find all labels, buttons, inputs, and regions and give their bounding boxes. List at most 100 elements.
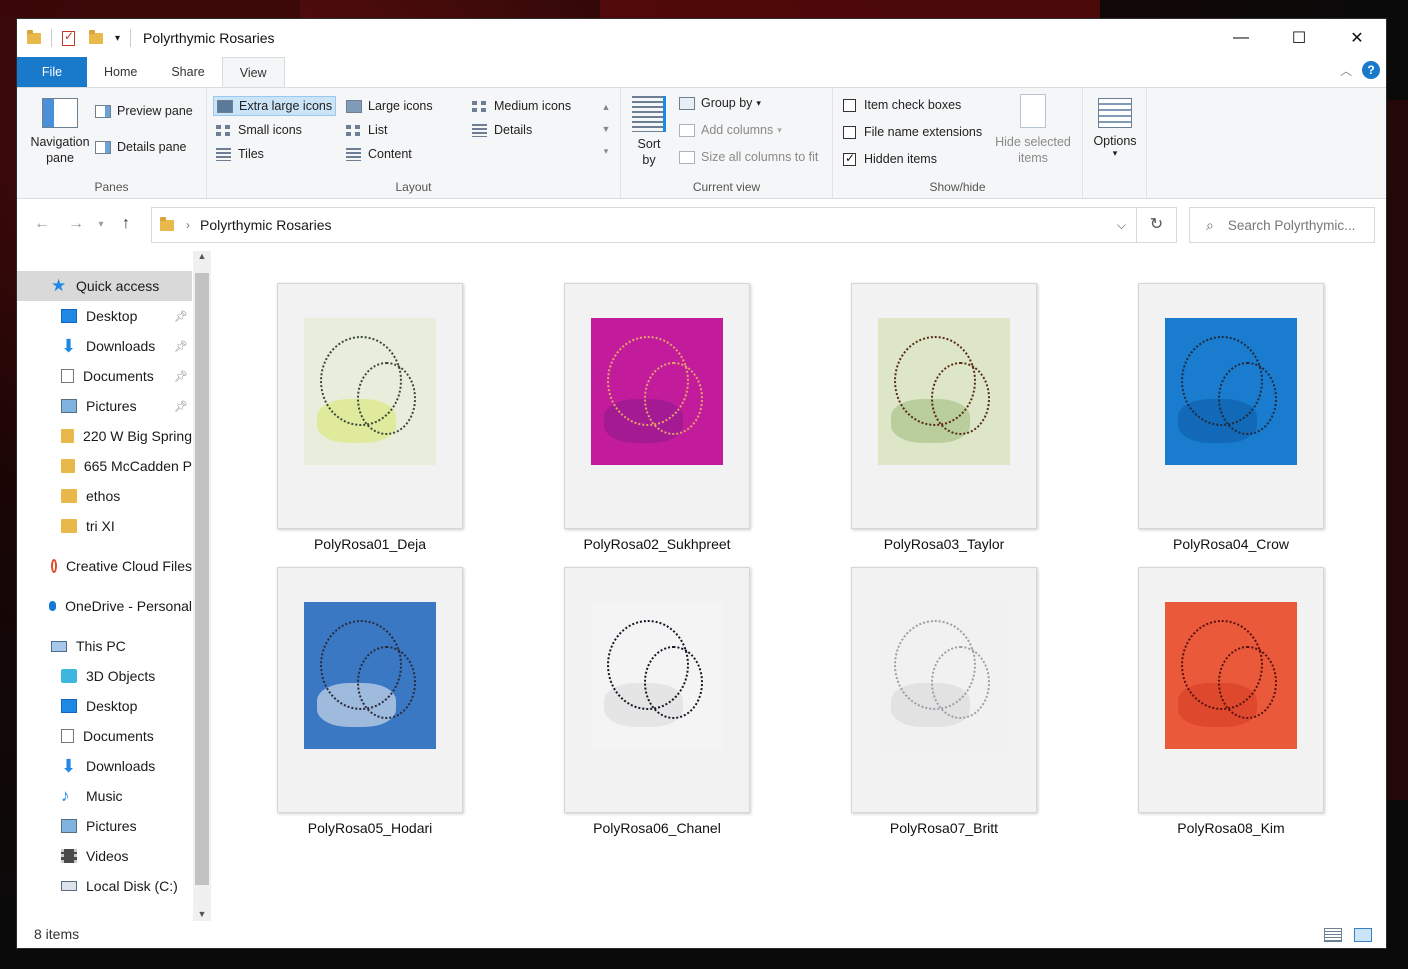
medium-icons-icon <box>472 99 487 113</box>
nav-quick-item[interactable]: Desktop 📌︎ <box>17 301 192 331</box>
hidden-items-checkbox[interactable]: Hidden items <box>843 151 937 166</box>
navigation-pane-button[interactable]: Navigation pane <box>25 98 95 166</box>
address-dropdown-chevron-icon[interactable]: ⌵ <box>1117 218 1126 233</box>
options-icon <box>1098 98 1132 128</box>
current-view-group-label: Current view <box>692 180 761 194</box>
pin-icon[interactable]: 📌︎ <box>174 310 188 323</box>
maximize-button[interactable]: ☐ <box>1270 19 1328 57</box>
layout-extra-large-icons[interactable]: Extra large icons <box>213 96 337 116</box>
panes-group: Navigation pane Preview pane Details pan… <box>17 88 207 198</box>
hide-selected-items-button[interactable]: Hide selected items <box>991 94 1075 166</box>
tab-home[interactable]: Home <box>87 57 154 87</box>
minimize-ribbon-chevron-icon[interactable]: ︿ <box>1340 62 1352 79</box>
nav-pc-item[interactable]: ♪ Music <box>17 781 192 811</box>
file-name-label[interactable]: PolyRosa04_Crow <box>1111 536 1351 552</box>
layout-small-icons[interactable]: Small icons <box>213 120 305 140</box>
scroll-down-arrow-icon[interactable]: ▼ <box>193 909 211 919</box>
file-thumbnail[interactable] <box>564 283 750 529</box>
file-thumbnail[interactable] <box>277 283 463 529</box>
add-columns-button[interactable]: Add columns ▾ <box>679 123 782 137</box>
file-name-label[interactable]: PolyRosa03_Taylor <box>824 536 1064 552</box>
file-thumbnail[interactable] <box>1138 283 1324 529</box>
pin-icon[interactable]: 📌︎ <box>174 370 188 383</box>
properties-icon[interactable] <box>62 29 75 46</box>
tab-file[interactable]: File <box>17 57 87 87</box>
customize-toolbar-chevron-icon[interactable]: ▾ <box>115 33 120 44</box>
nav-quick-item[interactable]: 220 W Big Spring <box>17 421 192 451</box>
breadcrumb-current[interactable]: Polyrthymic Rosaries <box>200 217 331 233</box>
nav-quick-item[interactable]: ⬇ Downloads 📌︎ <box>17 331 192 361</box>
file-thumbnail[interactable] <box>1138 567 1324 813</box>
search-box[interactable]: ⌕ Search Polyrthymic... <box>1189 207 1375 243</box>
videos-icon <box>61 849 77 863</box>
details-view-icon[interactable] <box>1324 928 1342 942</box>
layout-tiles[interactable]: Tiles <box>213 144 267 164</box>
back-arrow-icon[interactable]: ← <box>23 215 61 233</box>
layout-list[interactable]: List <box>343 120 390 140</box>
scroll-up-arrow-icon[interactable]: ▲ <box>193 251 211 261</box>
item-check-boxes-checkbox[interactable]: Item check boxes <box>843 98 961 112</box>
file-name-label[interactable]: PolyRosa01_Deja <box>250 536 490 552</box>
pin-icon[interactable]: 📌︎ <box>174 340 188 353</box>
chevron-down-icon: ▾ <box>777 124 782 135</box>
nav-pc-item[interactable]: Local Disk (C:) <box>17 871 192 901</box>
options-button[interactable]: Options ▾ <box>1089 98 1141 159</box>
artwork-paper <box>1164 318 1298 465</box>
size-all-columns-button[interactable]: Size all columns to fit <box>679 150 818 164</box>
nav-quick-item[interactable]: ethos <box>17 481 192 511</box>
file-name-label[interactable]: PolyRosa08_Kim <box>1111 820 1351 836</box>
nav-creative-cloud[interactable]: Creative Cloud Files <box>17 551 192 581</box>
refresh-button[interactable]: ↻ <box>1137 207 1177 243</box>
details-pane-button[interactable]: Details pane <box>95 140 187 154</box>
minimize-button[interactable]: — <box>1212 19 1270 57</box>
up-arrow-icon[interactable]: ↑ <box>111 215 141 233</box>
layout-content[interactable]: Content <box>343 144 415 164</box>
tab-view[interactable]: View <box>221 57 285 87</box>
checkbox-icon <box>843 98 856 112</box>
nav-quick-item[interactable]: Pictures 📌︎ <box>17 391 192 421</box>
chevron-down-icon: ▾ <box>756 97 761 108</box>
file-name-label[interactable]: PolyRosa06_Chanel <box>537 820 777 836</box>
large-icons-view-icon[interactable] <box>1354 928 1372 942</box>
nav-this-pc[interactable]: This PC <box>17 631 192 661</box>
file-name-label[interactable]: PolyRosa07_Britt <box>824 820 1064 836</box>
layout-large-icons[interactable]: Large icons <box>343 96 436 116</box>
nav-quick-item[interactable]: 665 McCadden P <box>17 451 192 481</box>
nav-quick-item[interactable]: tri XI <box>17 511 192 541</box>
file-name-extensions-checkbox[interactable]: File name extensions <box>843 125 982 139</box>
layout-gallery-scroll[interactable]: ▲ ▼ ▾ <box>599 96 613 164</box>
forward-arrow-icon[interactable]: → <box>61 215 91 233</box>
file-name-label[interactable]: PolyRosa05_Hodari <box>250 820 490 836</box>
details-pane-icon <box>95 140 111 154</box>
group-by-button[interactable]: Group by ▾ <box>679 96 761 110</box>
file-thumbnail[interactable] <box>851 567 1037 813</box>
layout-medium-icons[interactable]: Medium icons <box>469 96 574 116</box>
new-folder-icon[interactable] <box>89 29 103 44</box>
nav-quick-item[interactable]: Documents 📌︎ <box>17 361 192 391</box>
pin-icon[interactable]: 📌︎ <box>174 400 188 413</box>
nav-scrollbar[interactable]: ▲ ▼ <box>193 251 211 921</box>
address-bar[interactable]: › Polyrthymic Rosaries ⌵ <box>151 207 1137 243</box>
nav-pc-item[interactable]: ⬇ Downloads <box>17 751 192 781</box>
nav-pc-item[interactable]: Documents <box>17 721 192 751</box>
scroll-thumb[interactable] <box>195 273 209 885</box>
nav-pc-item[interactable]: Videos <box>17 841 192 871</box>
address-row: ← → ▾ ↑ › Polyrthymic Rosaries ⌵ ↻ ⌕ Sea… <box>17 199 1386 249</box>
nav-quick-access[interactable]: ★ Quick access <box>17 271 192 301</box>
file-thumbnail[interactable] <box>564 567 750 813</box>
nav-pc-item[interactable]: Pictures <box>17 811 192 841</box>
nav-pc-item[interactable]: Desktop <box>17 691 192 721</box>
nav-pc-item[interactable]: 3D Objects <box>17 661 192 691</box>
file-name-label[interactable]: PolyRosa02_Sukhpreet <box>537 536 777 552</box>
help-icon[interactable]: ? <box>1362 61 1380 79</box>
close-button[interactable]: ✕ <box>1328 19 1386 57</box>
tab-share[interactable]: Share <box>154 57 221 87</box>
sort-by-button[interactable]: Sort by <box>631 96 667 168</box>
file-thumbnail[interactable] <box>851 283 1037 529</box>
file-thumbnail[interactable] <box>277 567 463 813</box>
nav-onedrive[interactable]: OneDrive - Personal <box>17 591 192 621</box>
layout-details[interactable]: Details <box>469 120 535 140</box>
recent-locations-chevron-icon[interactable]: ▾ <box>91 219 111 230</box>
preview-pane-button[interactable]: Preview pane <box>95 104 193 118</box>
artwork-paper <box>303 318 437 465</box>
